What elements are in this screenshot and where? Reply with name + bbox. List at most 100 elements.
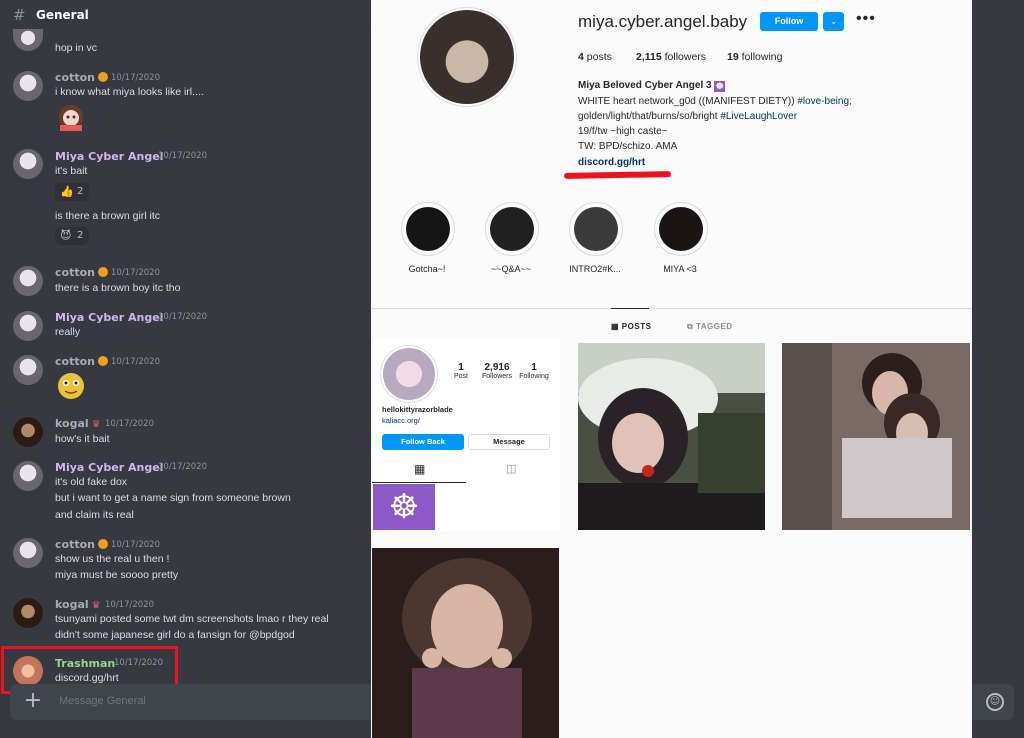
tag-icon: ⧉ [687, 322, 694, 331]
bio-line: TW: BPD/schizo. AMA [578, 141, 678, 152]
highlight-label: ~~Q&A~~ [490, 264, 532, 274]
message-text: miya must be soooo pretty [55, 569, 179, 581]
message-text: and claim its real [55, 509, 134, 521]
right-background [972, 31, 1024, 684]
smiley-emoji-icon [58, 373, 84, 399]
nitro-badge-icon [97, 539, 108, 549]
hashtag-link[interactable]: #LiveLaughLover [720, 111, 797, 122]
timestamp: 10/17/2020 [111, 73, 160, 83]
username[interactable]: Miya Cyber Angel [55, 461, 163, 474]
add-attachment-icon[interactable]: + [22, 690, 44, 713]
message-input[interactable]: Message General [59, 695, 146, 707]
mini-username: hellokittyrazorblade [382, 405, 453, 414]
bio-link[interactable]: discord.gg/hrt [578, 157, 645, 168]
message-list: hop in vc cotton 10/17/2020 i know what … [0, 29, 370, 686]
nitro-badge-icon [97, 356, 108, 366]
post-photo[interactable] [372, 548, 559, 738]
mini-following-stat[interactable]: 1 Following [514, 362, 554, 380]
username[interactable]: cotton [55, 355, 108, 368]
channel-name: General [36, 8, 89, 22]
followers-stat[interactable]: 2,115 followers [636, 51, 706, 63]
message-text: tsunyami posted some twt dm screenshots … [55, 613, 329, 625]
timestamp: 10/17/2020 [111, 357, 160, 367]
crown-badge-icon: ♛ [91, 419, 101, 430]
username[interactable]: kogal ♛ [55, 417, 101, 430]
mini-link[interactable]: kaliacc.org/ [382, 416, 420, 425]
avatar[interactable] [13, 29, 43, 51]
wheel-emoji-icon: ☸ [714, 81, 726, 92]
avatar[interactable] [13, 417, 43, 447]
message-text: show us the real u then ! [55, 553, 170, 565]
mini-avatar[interactable] [381, 346, 437, 402]
bio-line: golden/light/that/burns/so/bright #LiveL… [578, 111, 798, 122]
highlight-label: MIYA <3 [663, 264, 697, 274]
grid-icon[interactable]: ▦ [414, 462, 425, 476]
username[interactable]: Miya Cyber Angel [55, 150, 163, 163]
wheel-post-icon[interactable]: ☸ [373, 484, 435, 530]
highlight-label: Gotcha~! [408, 264, 446, 274]
timestamp: 10/17/2020 [105, 600, 154, 610]
following-stat[interactable]: 19 following [727, 51, 782, 63]
username[interactable]: kogal ♛ [55, 598, 101, 611]
tagged-icon[interactable]: ◫ [506, 462, 516, 475]
instagram-profile: miya.cyber.angel.baby Follow ⌄ ••• 4 pos… [371, 0, 972, 738]
avatar[interactable] [13, 149, 43, 179]
message-text: but i want to get a name sign from someo… [55, 492, 291, 504]
timestamp: 10/17/2020 [158, 151, 207, 161]
highlight-circle[interactable] [485, 202, 539, 256]
chevron-down-icon[interactable]: ⌄ [823, 12, 844, 31]
timestamp: 10/17/2020 [111, 540, 160, 550]
mini-profile-card: 1 Post 2,916 Followers 1 Following hellokit… [372, 338, 560, 530]
nitro-badge-icon [97, 72, 108, 82]
hashtag-link[interactable]: #love-being; [797, 96, 851, 107]
posts-stat: 4 posts [578, 51, 612, 63]
tab-posts[interactable]: ▦ POSTS [611, 322, 651, 331]
grid-icon: ▦ [611, 322, 620, 331]
tab-tagged[interactable]: ⧉ TAGGED [687, 322, 733, 332]
message-text: didn't some japanese girl do a fansign f… [55, 629, 295, 641]
message-text: is there a brown girl itc [55, 210, 161, 222]
timestamp: 10/17/2020 [158, 462, 207, 472]
mini-posts-stat: 1 Post [453, 362, 468, 380]
follow-button[interactable]: Follow [760, 12, 818, 31]
thumbs-up-icon: 👍 [60, 185, 74, 198]
reaction-thumbs-up[interactable]: 👍 2 [55, 183, 89, 201]
avatar[interactable] [13, 311, 43, 341]
emoji-picker-icon[interactable]: ☺ [986, 693, 1004, 711]
follow-back-button[interactable]: Follow Back [382, 434, 464, 450]
avatar[interactable] [13, 538, 43, 568]
username[interactable]: cotton [55, 538, 108, 551]
message-text: really [55, 326, 81, 338]
avatar[interactable] [13, 71, 43, 101]
post-photo[interactable] [578, 343, 765, 530]
timestamp: 10/17/2020 [105, 419, 154, 429]
username[interactable]: Miya Cyber Angel [55, 311, 163, 324]
avatar[interactable] [13, 598, 43, 628]
avatar[interactable] [13, 461, 43, 491]
profile-username: miya.cyber.angel.baby [578, 12, 748, 31]
post-photo[interactable] [782, 343, 970, 530]
message-text: how's it bait [55, 433, 110, 445]
profile-avatar[interactable] [418, 8, 516, 106]
red-underline [563, 171, 672, 179]
anime-girl-sticker-icon [59, 105, 83, 131]
reaction-devil[interactable]: 😈 2 [55, 227, 89, 245]
divider [371, 308, 972, 309]
username[interactable]: cotton [55, 71, 108, 84]
active-tab-indicator [372, 482, 466, 483]
username[interactable]: cotton [55, 266, 108, 279]
message-text: there is a brown boy itc tho [55, 282, 181, 294]
message-button[interactable]: Message [468, 434, 550, 450]
bio-line: 19/f/tw ~high caste~ [578, 126, 668, 137]
highlight-circle[interactable] [569, 202, 623, 256]
mini-followers-stat[interactable]: 2,916 Followers [477, 362, 517, 380]
highlight-circle[interactable] [401, 202, 455, 256]
avatar[interactable] [13, 266, 43, 296]
highlight-circle[interactable] [654, 202, 708, 256]
more-options-icon[interactable]: ••• [856, 10, 876, 28]
timestamp: 10/17/2020 [111, 268, 160, 278]
avatar[interactable] [13, 355, 43, 385]
message-text: it's old fake dox [55, 476, 128, 488]
crown-badge-icon: ♛ [91, 600, 101, 611]
channel-hash-icon: # [13, 6, 26, 24]
